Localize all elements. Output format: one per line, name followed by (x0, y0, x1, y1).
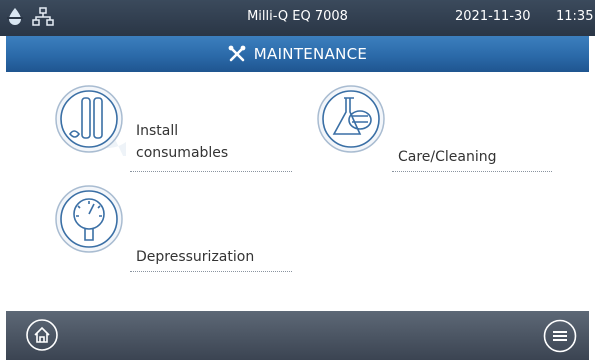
flask-icon (317, 85, 385, 153)
depressurization-label: Depressurization (136, 249, 255, 265)
menu-icon[interactable] (543, 319, 577, 353)
depressurization-tile[interactable]: Depressurization (52, 182, 292, 272)
time-display: 11:35 (556, 9, 594, 24)
home-icon[interactable] (26, 319, 58, 351)
care-cleaning-tile[interactable]: Care/Cleaning (314, 82, 554, 172)
pressure-gauge-icon (55, 185, 123, 253)
footer-bar (6, 311, 589, 360)
cartridge-icon (55, 85, 126, 156)
page-title: MAINTENANCE (253, 45, 368, 63)
tile-underline (392, 171, 552, 172)
tile-underline (130, 171, 292, 172)
tile-underline (130, 271, 292, 272)
title-bar: MAINTENANCE (6, 36, 589, 72)
date-display: 2021-11-30 (455, 9, 531, 24)
tools-icon (228, 45, 246, 62)
install-consumables-tile[interactable]: Install consumables (52, 82, 292, 172)
install-consumables-label: Install consumables (136, 123, 229, 161)
care-cleaning-label: Care/Cleaning (398, 149, 497, 165)
status-bar: Milli-Q EQ 7008 2021-11-30 11:35 (0, 0, 595, 36)
